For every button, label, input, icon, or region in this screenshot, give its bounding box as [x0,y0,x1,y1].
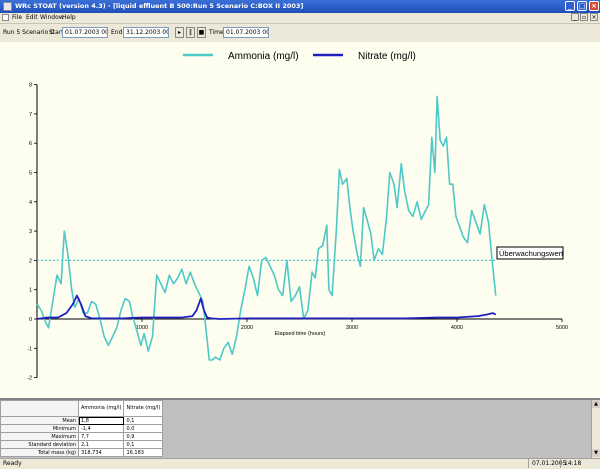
x-axis-label: Elapsed time (hours) [275,331,326,337]
vertical-scrollbar[interactable]: ▲ ▼ [591,400,600,458]
play-icon[interactable]: ▸ [175,27,184,38]
threshold-label: Überwachungswert [499,249,564,258]
table-cell[interactable]: 0,0 [123,424,164,433]
close-button[interactable]: × [589,1,599,11]
mdi-restore-button[interactable]: ▫ [580,13,588,21]
row-label: Maximum [0,432,79,441]
stop-icon[interactable]: ■ [197,27,206,38]
end-label: End [111,29,123,36]
window-title: WRc STOAT (version 4.3) - [liquid efflue… [15,2,304,10]
table-cell[interactable]: 0,9 [123,432,164,441]
menu-file[interactable]: File [12,13,22,23]
y-tick-label: -2 [27,376,32,382]
time-label: Time [209,29,224,36]
x-tick-label: 4000 [451,325,463,331]
y-tick-label: 0 [29,317,32,323]
table-cell[interactable]: 2,1 [77,440,125,449]
y-tick-label: 4 [29,200,32,206]
start-field[interactable]: 01.07.2003 00:00 [62,27,108,38]
legend-label-nitrate: Nitrate (mg/l) [358,51,416,62]
y-tick-label: 3 [29,229,32,235]
x-tick-label: 1000 [136,325,148,331]
table-row: Standard deviation 2,1 0,1 [0,440,164,449]
status-bar: Ready 07.01.2005 14:18 [0,458,600,469]
y-tick-label: 7 [29,112,32,118]
x-tick-label: 5000 [556,325,568,331]
mdi-minimize-button[interactable]: _ [571,13,579,21]
table-row: Total mass (kg) 318,734 16,183 [0,448,164,457]
document-icon[interactable] [2,14,9,21]
row-label: Mean [0,416,79,425]
menu-window[interactable]: Window [40,13,64,23]
table-cell[interactable]: 0,1 [123,440,164,449]
table-cell[interactable]: 318,734 [77,448,125,457]
y-tick-label: 1 [29,288,32,294]
table-corner [0,400,79,417]
end-field[interactable]: 31.12.2003 00:00 [123,27,169,38]
scroll-down-icon[interactable]: ▼ [592,449,600,457]
chart-area: Ammonia (mg/l) Nitrate (mg/l) -2 -1 0 1 2 3 4 5… [0,42,600,398]
table-cell[interactable]: 0,1 [123,416,164,425]
status-time: 14:18 [560,459,600,468]
row-label: Standard deviation [0,440,79,449]
series-line-ammonia [36,95,497,361]
x-tick-label: 2000 [241,325,253,331]
stats-table: Ammonia (mg/l) Nitrate (mg/l) Mean 1,8 0… [0,400,164,457]
maximize-button[interactable]: □ [577,1,587,11]
series-line-nitrate [36,294,497,320]
table-row: Minimum -1,4 0,0 [0,424,164,433]
run-label[interactable]: Run 5 Scenario C [3,29,54,36]
status-date: 07.01.2005 [528,459,566,468]
menu-help[interactable]: Help [62,13,76,23]
table-cell[interactable]: 16,183 [123,448,164,457]
table-row: Maximum 7,7 0,9 [0,432,164,441]
app-icon[interactable] [3,2,12,11]
menu-edit[interactable]: Edit [26,13,38,23]
stats-panel: Ammonia (mg/l) Nitrate (mg/l) Mean 1,8 0… [0,400,600,458]
x-tick-label: 3000 [346,325,358,331]
column-header-nitrate[interactable]: Nitrate (mg/l) [123,400,164,417]
scroll-up-icon[interactable]: ▲ [592,400,600,408]
toolbar: Run 5 Scenario C Start 01.07.2003 00:00 … [0,24,600,43]
chart-legend: Ammonia (mg/l) Nitrate (mg/l) [183,51,416,62]
table-cell[interactable]: -1,4 [77,424,125,433]
y-tick-label: -1 [27,346,32,352]
pause-icon[interactable]: ‖ [186,27,195,38]
table-cell[interactable]: 7,7 [77,432,125,441]
mdi-close-button[interactable]: × [590,13,598,21]
column-header-ammonia[interactable]: Ammonia (mg/l) [77,400,125,417]
chart-series [36,95,497,361]
title-bar: WRc STOAT (version 4.3) - [liquid efflue… [0,0,600,13]
line-chart: Ammonia (mg/l) Nitrate (mg/l) -2 -1 0 1 2 3 4 5… [27,51,568,382]
row-label: Minimum [0,424,79,433]
row-label: Total mass (kg) [0,448,79,457]
time-field[interactable]: 01.07.2003 00:00 [223,27,269,38]
y-tick-label: 6 [29,141,32,147]
threshold-label-box: Überwachungswert [496,246,564,260]
y-tick-label: 2 [29,258,32,264]
menu-bar: File Edit Window Help [0,13,600,24]
y-tick-label: 8 [29,83,32,89]
y-tick-label: 5 [29,171,32,177]
status-text: Ready [3,460,22,467]
table-cell[interactable]: 1,8 [77,416,125,425]
table-row: Mean 1,8 0,1 [0,416,164,425]
legend-label-ammonia: Ammonia (mg/l) [228,51,299,62]
minimize-button[interactable]: _ [565,1,575,11]
